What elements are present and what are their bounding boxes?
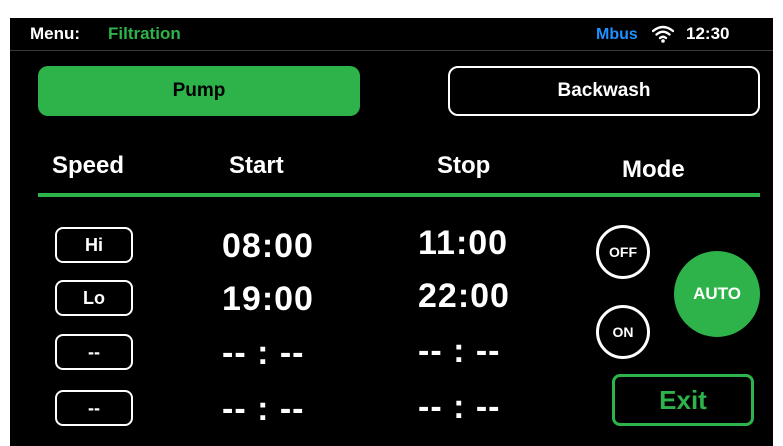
speed-button-4[interactable]: --: [55, 390, 133, 426]
header-divider: [38, 193, 760, 197]
exit-button[interactable]: Exit: [612, 374, 754, 426]
start-time-4[interactable]: -- : --: [222, 390, 305, 429]
tab-pump[interactable]: Pump: [38, 66, 360, 116]
controller-screen: Menu: Filtration Mbus 12:30 Pump Backwas…: [10, 18, 773, 446]
column-header-stop: Stop: [437, 152, 491, 179]
menu-title: Filtration: [108, 24, 181, 43]
menu-label: Menu:: [30, 24, 81, 43]
mode-auto-button[interactable]: AUTO: [674, 251, 760, 337]
mode-off-button[interactable]: OFF: [596, 225, 650, 279]
mode-on-button[interactable]: ON: [596, 305, 650, 359]
tab-backwash[interactable]: Backwash: [448, 66, 760, 116]
status-bar: Menu: Filtration Mbus 12:30: [10, 18, 773, 51]
stop-time-1[interactable]: 11:00: [418, 224, 508, 263]
column-header-speed: Speed: [52, 152, 125, 179]
start-time-2[interactable]: 19:00: [222, 280, 314, 319]
column-header-start: Start: [229, 152, 284, 179]
column-header-mode: Mode: [622, 156, 685, 183]
start-time-1[interactable]: 08:00: [222, 227, 314, 266]
speed-button-3[interactable]: --: [55, 334, 133, 370]
stop-time-4[interactable]: -- : --: [418, 388, 501, 427]
bus-status: Mbus: [596, 26, 638, 43]
stop-time-3[interactable]: -- : --: [418, 332, 501, 371]
wifi-icon: [652, 25, 674, 43]
clock: 12:30: [686, 24, 730, 43]
speed-button-1[interactable]: Hi: [55, 227, 133, 263]
speed-button-2[interactable]: Lo: [55, 280, 133, 316]
start-time-3[interactable]: -- : --: [222, 334, 305, 373]
stop-time-2[interactable]: 22:00: [418, 277, 510, 316]
